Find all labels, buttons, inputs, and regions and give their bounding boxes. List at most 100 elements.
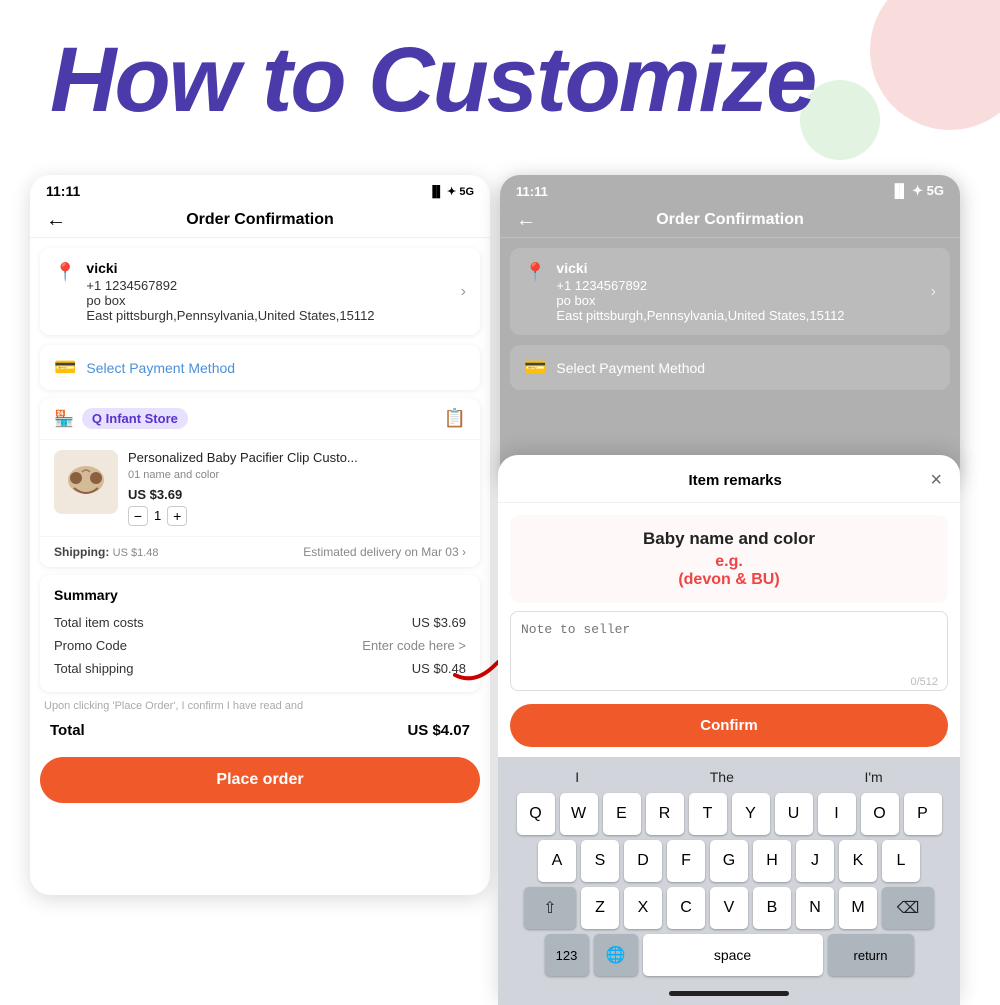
qty-row-left: − 1 + (128, 506, 466, 526)
address-card-left[interactable]: 📍 vicki +1 1234567892 po box East pittsb… (40, 248, 480, 335)
product-name-left: Personalized Baby Pacifier Clip Custo... (128, 450, 466, 467)
suggestion-im[interactable]: I'm (864, 769, 882, 785)
key-return[interactable]: return (828, 934, 914, 976)
suggestion-i[interactable]: I (575, 769, 579, 785)
key-l[interactable]: L (882, 840, 920, 882)
note-icon-left[interactable]: 📋 (444, 408, 466, 429)
key-globe[interactable]: 🌐 (594, 934, 638, 976)
key-q[interactable]: Q (517, 793, 555, 835)
store-name-badge: Q Infant Store (82, 408, 188, 429)
key-p[interactable]: P (904, 793, 942, 835)
key-w[interactable]: W (560, 793, 598, 835)
address-phone-left: +1 1234567892 (86, 278, 450, 293)
qty-number: 1 (154, 508, 161, 523)
bg-circle-pink (870, 0, 1000, 130)
status-time-right: 11:11 (516, 184, 548, 199)
key-t[interactable]: T (689, 793, 727, 835)
key-c[interactable]: C (667, 887, 705, 929)
address-name-left: vicki (86, 260, 450, 276)
keyboard-row-3: ⇧ Z X C V B N M ⌫ (502, 887, 956, 929)
store-header-left: 🏪 Q Infant Store 📋 (40, 398, 480, 440)
payment-icon-left: 💳 (54, 357, 76, 378)
shipping-title: Shipping: (54, 545, 109, 559)
address-content-right: vicki +1 1234567892 po box East pittsbur… (556, 260, 920, 323)
key-n[interactable]: N (796, 887, 834, 929)
key-z[interactable]: Z (581, 887, 619, 929)
key-numbers[interactable]: 123 (545, 934, 589, 976)
key-g[interactable]: G (710, 840, 748, 882)
payment-label-left: Select Payment Method (86, 360, 235, 376)
key-u[interactable]: U (775, 793, 813, 835)
location-icon-left: 📍 (54, 262, 76, 283)
shipping-cost-left: US $1.48 (113, 547, 159, 559)
summary-row-promo[interactable]: Promo Code Enter code here > (54, 634, 466, 657)
suggestion-the[interactable]: The (710, 769, 734, 785)
qty-increase-btn[interactable]: + (167, 506, 187, 526)
address-content-left: vicki +1 1234567892 po box East pittsbur… (86, 260, 450, 323)
key-r[interactable]: R (646, 793, 684, 835)
store-name-row: 🏪 Q Infant Store (54, 408, 188, 429)
address-card-right[interactable]: 📍 vicki +1 1234567892 po box East pittsb… (510, 248, 950, 335)
address-line1-left: po box (86, 293, 450, 308)
key-m[interactable]: M (839, 887, 877, 929)
keyboard-row-1: Q W E R T Y U I O P (502, 793, 956, 835)
key-v[interactable]: V (710, 887, 748, 929)
store-icon-left: 🏪 (54, 409, 74, 429)
key-b[interactable]: B (753, 887, 791, 929)
status-icons-left: ▐▌ ✦ 5G (428, 185, 474, 198)
popup-title: Item remarks (540, 472, 930, 489)
promo-label: Promo Code (54, 638, 127, 653)
back-button-right[interactable]: ← (516, 209, 536, 232)
product-row-left: Personalized Baby Pacifier Clip Custo...… (40, 440, 480, 536)
key-space[interactable]: space (643, 934, 823, 976)
char-count-label: 0/512 (910, 676, 938, 688)
chevron-right-icon-left: › (461, 283, 466, 301)
product-variant-left: 01 name and color (128, 469, 466, 481)
page-title: How to Customize (50, 28, 815, 133)
key-f[interactable]: F (667, 840, 705, 882)
total-items-value: US $3.69 (412, 615, 466, 630)
payment-card-right[interactable]: 💳 Select Payment Method (510, 345, 950, 390)
popup-instruction: Baby name and color e.g. (devon & BU) (510, 515, 948, 603)
key-y[interactable]: Y (732, 793, 770, 835)
address-line2-right: East pittsburgh,Pennsylvania,United Stat… (556, 308, 920, 323)
status-time-left: 11:11 (46, 183, 80, 199)
key-shift[interactable]: ⇧ (524, 887, 576, 929)
address-name-right: vicki (556, 260, 920, 276)
status-bar-right: 11:11 ▐▌ ✦ 5G (500, 175, 960, 203)
confirm-button[interactable]: Confirm (510, 704, 948, 747)
keyboard-suggestions: I The I'm (502, 765, 956, 793)
popup-header: Item remarks × (498, 455, 960, 503)
product-info-left: Personalized Baby Pacifier Clip Custo...… (128, 450, 466, 526)
disclaimer-text: Upon clicking 'Place Order', I confirm I… (40, 700, 480, 712)
key-x[interactable]: X (624, 887, 662, 929)
payment-icon-right: 💳 (524, 357, 546, 378)
key-e[interactable]: E (603, 793, 641, 835)
key-d[interactable]: D (624, 840, 662, 882)
total-label-left: Total (50, 722, 85, 739)
key-s[interactable]: S (581, 840, 619, 882)
address-line2-left: East pittsburgh,Pennsylvania,United Stat… (86, 308, 450, 323)
key-a[interactable]: A (538, 840, 576, 882)
key-backspace[interactable]: ⌫ (882, 887, 934, 929)
home-indicator (669, 991, 789, 996)
location-icon-right: 📍 (524, 262, 546, 283)
key-k[interactable]: K (839, 840, 877, 882)
key-o[interactable]: O (861, 793, 899, 835)
back-button-left[interactable]: ← (46, 209, 66, 232)
place-order-button[interactable]: Place order (40, 757, 480, 803)
total-shipping-label: Total shipping (54, 661, 134, 676)
key-h[interactable]: H (753, 840, 791, 882)
qty-decrease-btn[interactable]: − (128, 506, 148, 526)
payment-card-left[interactable]: 💳 Select Payment Method (40, 345, 480, 390)
total-items-label: Total item costs (54, 615, 144, 630)
popup-close-button[interactable]: × (930, 469, 942, 492)
summary-row-items: Total item costs US $3.69 (54, 611, 466, 634)
key-i[interactable]: I (818, 793, 856, 835)
note-to-seller-input[interactable] (510, 611, 948, 691)
summary-title-left: Summary (54, 587, 466, 603)
total-row-left: Total US $4.07 (30, 712, 490, 749)
summary-card-left: Summary Total item costs US $3.69 Promo … (40, 575, 480, 692)
item-remarks-popup: Item remarks × Baby name and color e.g. … (498, 455, 960, 1005)
key-j[interactable]: J (796, 840, 834, 882)
